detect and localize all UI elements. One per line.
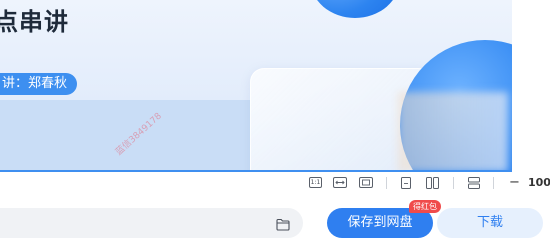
toolbar-separator bbox=[453, 177, 454, 189]
single-page-icon[interactable] bbox=[401, 177, 411, 189]
fit-width-icon[interactable] bbox=[333, 177, 347, 188]
viewer-toolbar: 1:1 − 100 bbox=[0, 172, 550, 194]
red-packet-badge: 得红包 bbox=[409, 200, 441, 213]
actual-size-icon[interactable]: 1:1 bbox=[309, 177, 322, 188]
decorative-circle-top bbox=[310, 0, 400, 18]
save-path-field[interactable] bbox=[0, 208, 303, 238]
folder-icon[interactable] bbox=[276, 216, 290, 231]
zoom-level[interactable]: 100 bbox=[528, 176, 550, 189]
decorative-blur-square bbox=[398, 92, 508, 170]
toolbar-separator bbox=[386, 177, 387, 189]
speaker-label: 讲：郑春秋 bbox=[0, 73, 78, 95]
fit-page-icon[interactable] bbox=[359, 177, 373, 188]
zoom-out-button[interactable]: − bbox=[509, 175, 520, 191]
toolbar-separator bbox=[493, 177, 494, 189]
two-page-icon[interactable] bbox=[426, 177, 439, 189]
download-button[interactable]: 下载 bbox=[437, 208, 543, 238]
preview-margin bbox=[512, 0, 550, 172]
document-preview: 点串讲 讲：郑春秋 蓝信3849178 bbox=[0, 0, 512, 172]
scroll-mode-icon[interactable] bbox=[468, 177, 480, 189]
slide-title: 点串讲 bbox=[0, 8, 69, 36]
